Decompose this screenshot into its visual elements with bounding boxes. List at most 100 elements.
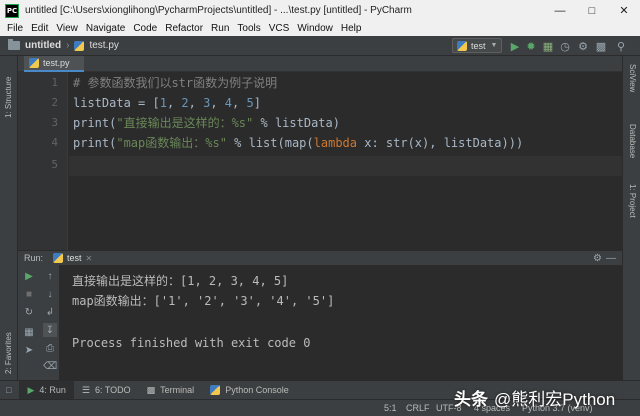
menu-code[interactable]: Code: [129, 23, 161, 34]
breadcrumb-separator: ›: [66, 40, 70, 51]
structure-tool-tab[interactable]: 1: Structure: [4, 77, 13, 118]
soft-wrap-icon[interactable]: ↲: [43, 305, 57, 319]
window-controls: — □ ✕: [544, 0, 640, 21]
python-file-icon: [29, 58, 39, 68]
breadcrumb-file[interactable]: test.py: [89, 40, 118, 51]
menu-window[interactable]: Window: [293, 23, 337, 34]
minimize-button[interactable]: —: [544, 0, 576, 21]
trash-icon[interactable]: ⌫: [43, 359, 57, 373]
rerun-icon[interactable]: ▶: [22, 269, 36, 283]
chevron-down-icon: ▼: [490, 42, 498, 49]
code-line: print("map函数输出：%s" % list(map(lambda x: …: [73, 133, 523, 153]
close-button[interactable]: ✕: [608, 0, 640, 21]
editor-tab-bar: test.py: [18, 56, 622, 72]
layout-icon[interactable]: ▦: [22, 325, 36, 339]
code-token: # 参数函数我们以str函数为例子说明: [73, 76, 278, 90]
sciview-tool-tab[interactable]: SciView: [628, 64, 637, 92]
code-token: ]: [253, 96, 261, 110]
run-tab-test[interactable]: test ✕: [53, 253, 92, 263]
code-token: print(: [73, 136, 117, 150]
run-icon: ▶: [27, 384, 35, 395]
folder-icon: [8, 39, 20, 50]
project-structure-icon[interactable]: ▩: [594, 39, 608, 53]
code-token: ,: [232, 96, 247, 110]
code-token: ,: [166, 96, 182, 110]
python-config-icon: [457, 40, 467, 51]
breadcrumb-project[interactable]: untitled: [25, 40, 61, 51]
scroll-to-end-icon[interactable]: ↧: [43, 323, 57, 337]
hide-panel-icon[interactable]: —: [606, 253, 616, 264]
code-token: 5: [246, 96, 254, 110]
profile-icon[interactable]: ◷: [558, 39, 572, 53]
run-console[interactable]: 直接输出是这样的：[1, 2, 3, 4, 5] map函数输出：['1', '…: [60, 265, 622, 380]
close-tab-icon[interactable]: ✕: [86, 254, 93, 263]
run-tool-tab[interactable]: ▶ 4: Run: [19, 380, 74, 400]
menu-run[interactable]: Run: [207, 23, 233, 34]
debug-icon[interactable]: ✹: [524, 39, 538, 53]
menu-tools[interactable]: Tools: [233, 23, 264, 34]
code-line: # 参数函数我们以str函数为例子说明: [73, 73, 277, 93]
watermark-text: @熊利宏Python: [494, 389, 616, 409]
line-separator[interactable]: CRLF: [406, 403, 430, 413]
console-output-line: Process finished with exit code 0: [72, 336, 311, 350]
restore-layout-icon[interactable]: ↻: [22, 305, 36, 319]
project-tool-tab[interactable]: 1: Project: [628, 184, 637, 218]
settings-icon[interactable]: ⚙: [576, 39, 590, 53]
terminal-tool-tab-label: Terminal: [160, 385, 195, 395]
run-coverage-icon[interactable]: ▦: [541, 39, 555, 53]
code-token: "map函数输出：%s": [116, 136, 227, 150]
tool-windows-icon[interactable]: □: [6, 385, 11, 395]
menu-refactor[interactable]: Refactor: [161, 23, 207, 34]
code-token: lambda: [313, 136, 357, 150]
code-token: "直接输出是这样的：%s": [116, 116, 254, 130]
code-token: 2: [181, 96, 189, 110]
code-token: ,: [210, 96, 225, 110]
right-tool-strip: SciView Database 1: Project: [622, 56, 640, 380]
print-icon[interactable]: ⎙: [43, 341, 57, 355]
run-tab-label: test: [67, 253, 82, 263]
window-title: untitled [C:\Users\xionglihong\PycharmPr…: [25, 5, 412, 16]
pycharm-logo-icon: PC: [5, 3, 19, 18]
arrow-up-icon[interactable]: ↑: [43, 269, 57, 283]
database-tool-tab[interactable]: Database: [628, 124, 637, 158]
watermark-logo: 头条: [454, 389, 488, 409]
menu-navigate[interactable]: Navigate: [82, 23, 129, 34]
caret-position[interactable]: 5:1: [384, 403, 397, 413]
menu-file[interactable]: File: [3, 23, 27, 34]
run-panel-header: Run: test ✕ ⚙ —: [18, 250, 622, 265]
code-line: print("直接输出是这样的：%s" % listData): [73, 113, 340, 133]
run-configuration-select[interactable]: test ▼: [452, 38, 502, 53]
todo-tool-tab-label: 6: TODO: [94, 385, 131, 395]
console-output-line: map函数输出：['1', '2', '3', '4', '5']: [72, 294, 335, 308]
pin-icon[interactable]: ➤: [22, 343, 36, 357]
menu-view[interactable]: View: [52, 23, 82, 34]
python-file-icon: [53, 253, 64, 263]
todo-list-icon: ☰: [81, 384, 90, 395]
code-token: ,: [188, 96, 204, 110]
todo-tool-tab[interactable]: ☰ 6: TODO: [74, 381, 139, 400]
terminal-tool-tab[interactable]: ▩ Terminal: [139, 381, 203, 400]
settings-icon[interactable]: ⚙: [593, 253, 602, 264]
line-number: 4: [51, 136, 58, 149]
console-output-line: 直接输出是这样的：[1, 2, 3, 4, 5]: [72, 274, 289, 288]
run-toolbar-primary: ▶ ■ ↻ ▦ ➤: [18, 265, 40, 380]
terminal-icon: ▩: [146, 384, 156, 395]
python-console-icon: [210, 385, 221, 395]
run-configuration-label: test: [471, 40, 486, 51]
menu-help[interactable]: Help: [337, 23, 366, 34]
run-icon[interactable]: ▶: [508, 39, 522, 53]
favorites-tool-tab[interactable]: 2: Favorites: [4, 332, 13, 374]
menu-vcs[interactable]: VCS: [265, 23, 294, 34]
code-line: listData = [1, 2, 3, 4, 5]: [73, 93, 261, 113]
current-line-highlight: [69, 156, 622, 176]
stop-icon[interactable]: ■: [22, 287, 36, 301]
arrow-down-icon[interactable]: ↓: [43, 287, 57, 301]
editor-tab-test-py[interactable]: test.py: [24, 56, 84, 72]
search-icon[interactable]: ⚲: [614, 39, 628, 53]
code-token: print(: [73, 116, 117, 130]
python-console-tool-tab[interactable]: Python Console: [202, 381, 297, 400]
python-file-icon: [74, 40, 85, 51]
menu-edit[interactable]: Edit: [27, 23, 52, 34]
maximize-button[interactable]: □: [576, 0, 608, 21]
code-editor[interactable]: 1 2 3 4 5 # 参数函数我们以str函数为例子说明 listData = …: [18, 72, 622, 250]
